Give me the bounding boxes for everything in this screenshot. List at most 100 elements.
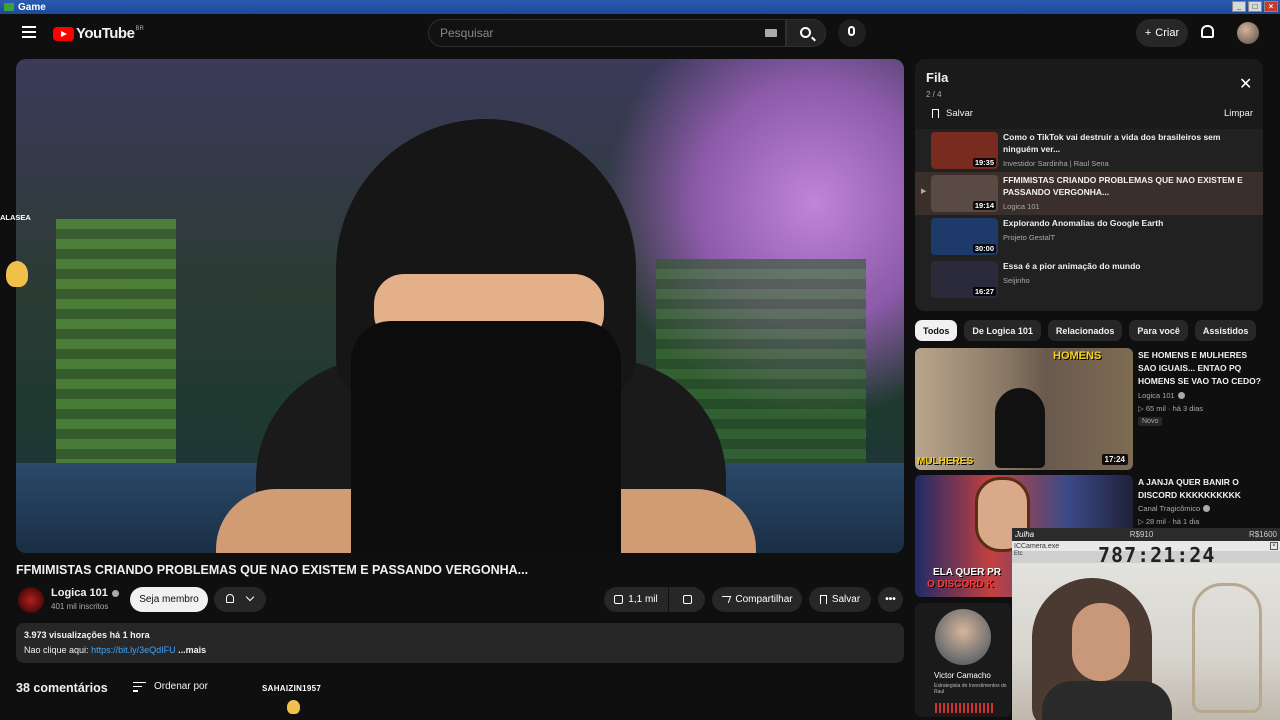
thumbnail-text: O DISCORD K: [927, 579, 994, 590]
description-box[interactable]: 3.973 visualizações há 1 hora Nao clique…: [16, 623, 904, 663]
audio-waveform: [935, 703, 995, 713]
close-window-button[interactable]: ×: [1264, 1, 1278, 12]
keyboard-icon[interactable]: [765, 29, 777, 37]
donation-bar: Julha R$910 R$1600: [1012, 528, 1280, 541]
donation-amount: R$910: [1129, 530, 1154, 539]
donor-name: Julha: [1015, 530, 1035, 539]
queue-item[interactable]: 16:27 Essa é a pior animação do mundo Seij…: [915, 258, 1263, 301]
thumbnail-text: HOMENS: [1053, 350, 1102, 362]
description-text: Nao clique aqui:: [24, 645, 89, 655]
recommendation-title: SE HOMENS E MULHERES SAO IGUAIS... ENTAO…: [1138, 350, 1261, 386]
maximize-button[interactable]: □: [1248, 1, 1262, 12]
queue-item-channel: Projeto GestalT: [1003, 233, 1056, 242]
recommendation-thumbnail[interactable]: HOMENS MULHERES 17:24: [915, 348, 1133, 470]
age-text: há 1 dia: [1172, 517, 1200, 526]
recommendation-item[interactable]: HOMENS MULHERES 17:24 SE HOMENS E MULHER…: [915, 348, 1275, 470]
like-button[interactable]: 1,1 mil: [604, 587, 668, 612]
save-label: Salvar: [831, 594, 861, 605]
queue-save-button[interactable]: Salvar: [932, 108, 973, 119]
recommendation-item[interactable]: Victor Camacho Estrategista de Investime…: [915, 603, 1011, 717]
queue-thumbnail[interactable]: 19:35: [931, 132, 998, 169]
sort-comments-button[interactable]: Ordenar por: [133, 681, 208, 692]
masked-figure: [995, 388, 1045, 468]
youtube-play-icon: [53, 26, 74, 41]
sort-icon: [133, 681, 146, 692]
video-player[interactable]: [16, 59, 904, 553]
queue-clear-button[interactable]: Limpar: [1224, 108, 1253, 119]
duration-badge: 30:00: [972, 244, 996, 253]
verified-icon: [1177, 392, 1185, 399]
play-icon: ▷: [1138, 404, 1144, 413]
channel-name-text: Logica 101: [51, 587, 108, 599]
queue-save-label: Salvar: [946, 108, 973, 119]
notifications-bell-icon[interactable]: [1201, 25, 1214, 38]
search-button[interactable]: [786, 19, 826, 47]
queue-item-title: Como o TikTok vai destruir a vida dos br…: [1003, 132, 1221, 154]
duration-badge: 19:14: [972, 201, 996, 210]
show-more-link[interactable]: ...mais: [178, 645, 206, 655]
share-button[interactable]: Compartilhar: [712, 587, 802, 612]
window-controls: _ □ ×: [1232, 1, 1278, 12]
user-avatar[interactable]: [1237, 22, 1259, 44]
close-icon[interactable]: ✕: [1239, 77, 1252, 93]
queue-item[interactable]: 30:00 Explorando Anomalias do Google Eart…: [915, 215, 1263, 258]
channel-name[interactable]: Logica 101: [51, 587, 119, 599]
queue-position: 2 / 4: [926, 90, 942, 99]
create-label: Criar: [1155, 27, 1180, 39]
queue-item-title: FFMIMISTAS CRIANDO PROBLEMAS QUE NAO EXI…: [1003, 175, 1243, 197]
background-chair: [1192, 583, 1262, 713]
chip-related[interactable]: Relacionados: [1047, 320, 1123, 341]
minimize-button[interactable]: _: [1232, 1, 1246, 12]
play-icon: ▷: [1138, 517, 1144, 526]
sort-label: Ordenar por: [154, 681, 208, 692]
thumbnail-text: ELA QUER PR: [933, 567, 1001, 578]
video-title: FFMIMISTAS CRIANDO PROBLEMAS QUE NAO EXI…: [16, 563, 529, 577]
camera-window-title: ICCamera.exe: [1014, 542, 1060, 550]
voice-search-button[interactable]: [838, 19, 866, 47]
top-bar: YouTube BR + Criar: [0, 14, 1280, 54]
queue-item-channel: Logica 101: [1003, 202, 1040, 211]
logo-text: YouTube: [76, 25, 135, 42]
streamer-face: [1072, 603, 1130, 681]
chick-sprite-icon: [287, 700, 300, 714]
chip-watched[interactable]: Assistidos: [1194, 320, 1257, 341]
verified-icon: [111, 589, 119, 597]
queue-thumbnail[interactable]: 19:14: [931, 175, 998, 212]
queue-item[interactable]: 19:35 Como o TikTok vai destruir a vida d…: [915, 129, 1263, 172]
chip-todos[interactable]: Todos: [915, 320, 958, 341]
join-membership-button[interactable]: Seja membro: [130, 587, 208, 612]
chip-for-you[interactable]: Para você: [1129, 320, 1188, 341]
chip-channel[interactable]: De Logica 101: [964, 320, 1041, 341]
recommendation-thumbnail[interactable]: Victor Camacho Estrategista de Investime…: [915, 603, 1011, 717]
chick-sprite-icon: [6, 261, 28, 287]
upload-age: há 1 hora: [109, 630, 150, 640]
close-icon[interactable]: ×: [1270, 542, 1278, 550]
queue-item-channel: Investidor Sardinha | Raul Sena: [1003, 159, 1109, 168]
window-title: Game: [18, 1, 46, 13]
search-icon: [800, 27, 811, 38]
subscription-bell-button[interactable]: [214, 587, 266, 612]
description-link[interactable]: https://bit.ly/3eQdIFU: [91, 645, 176, 655]
share-label: Compartilhar: [735, 594, 793, 605]
channel-avatar[interactable]: [18, 587, 44, 613]
save-button[interactable]: Salvar: [809, 587, 871, 612]
webcam-view: [1012, 563, 1280, 720]
duration-badge: 16:27: [972, 287, 996, 296]
queue-item[interactable]: ▶ 19:14 FFMIMISTAS CRIANDO PROBLEMAS QUE N…: [915, 172, 1263, 215]
queue-panel: Fila 2 / 4 ✕ Salvar Limpar 19:35 Como o T…: [915, 59, 1263, 311]
hamburger-menu-icon[interactable]: [22, 26, 36, 38]
new-badge: Novo: [1138, 417, 1163, 426]
country-code: BR: [135, 25, 144, 32]
dot-separator: ·: [1167, 517, 1171, 526]
youtube-logo[interactable]: YouTube BR: [53, 25, 144, 42]
more-actions-button[interactable]: •••: [878, 587, 903, 612]
create-button[interactable]: + Criar: [1136, 19, 1188, 47]
person-avatar: [935, 609, 991, 665]
age-text: há 3 dias: [1172, 404, 1204, 413]
bookmark-icon: [932, 109, 939, 118]
filter-chips: Todos De Logica 101 Relacionados Para vo…: [915, 320, 1257, 341]
dislike-button[interactable]: [669, 587, 705, 612]
queue-thumbnail[interactable]: 16:27: [931, 261, 998, 298]
search-input[interactable]: [429, 20, 749, 46]
queue-thumbnail[interactable]: 30:00: [931, 218, 998, 255]
